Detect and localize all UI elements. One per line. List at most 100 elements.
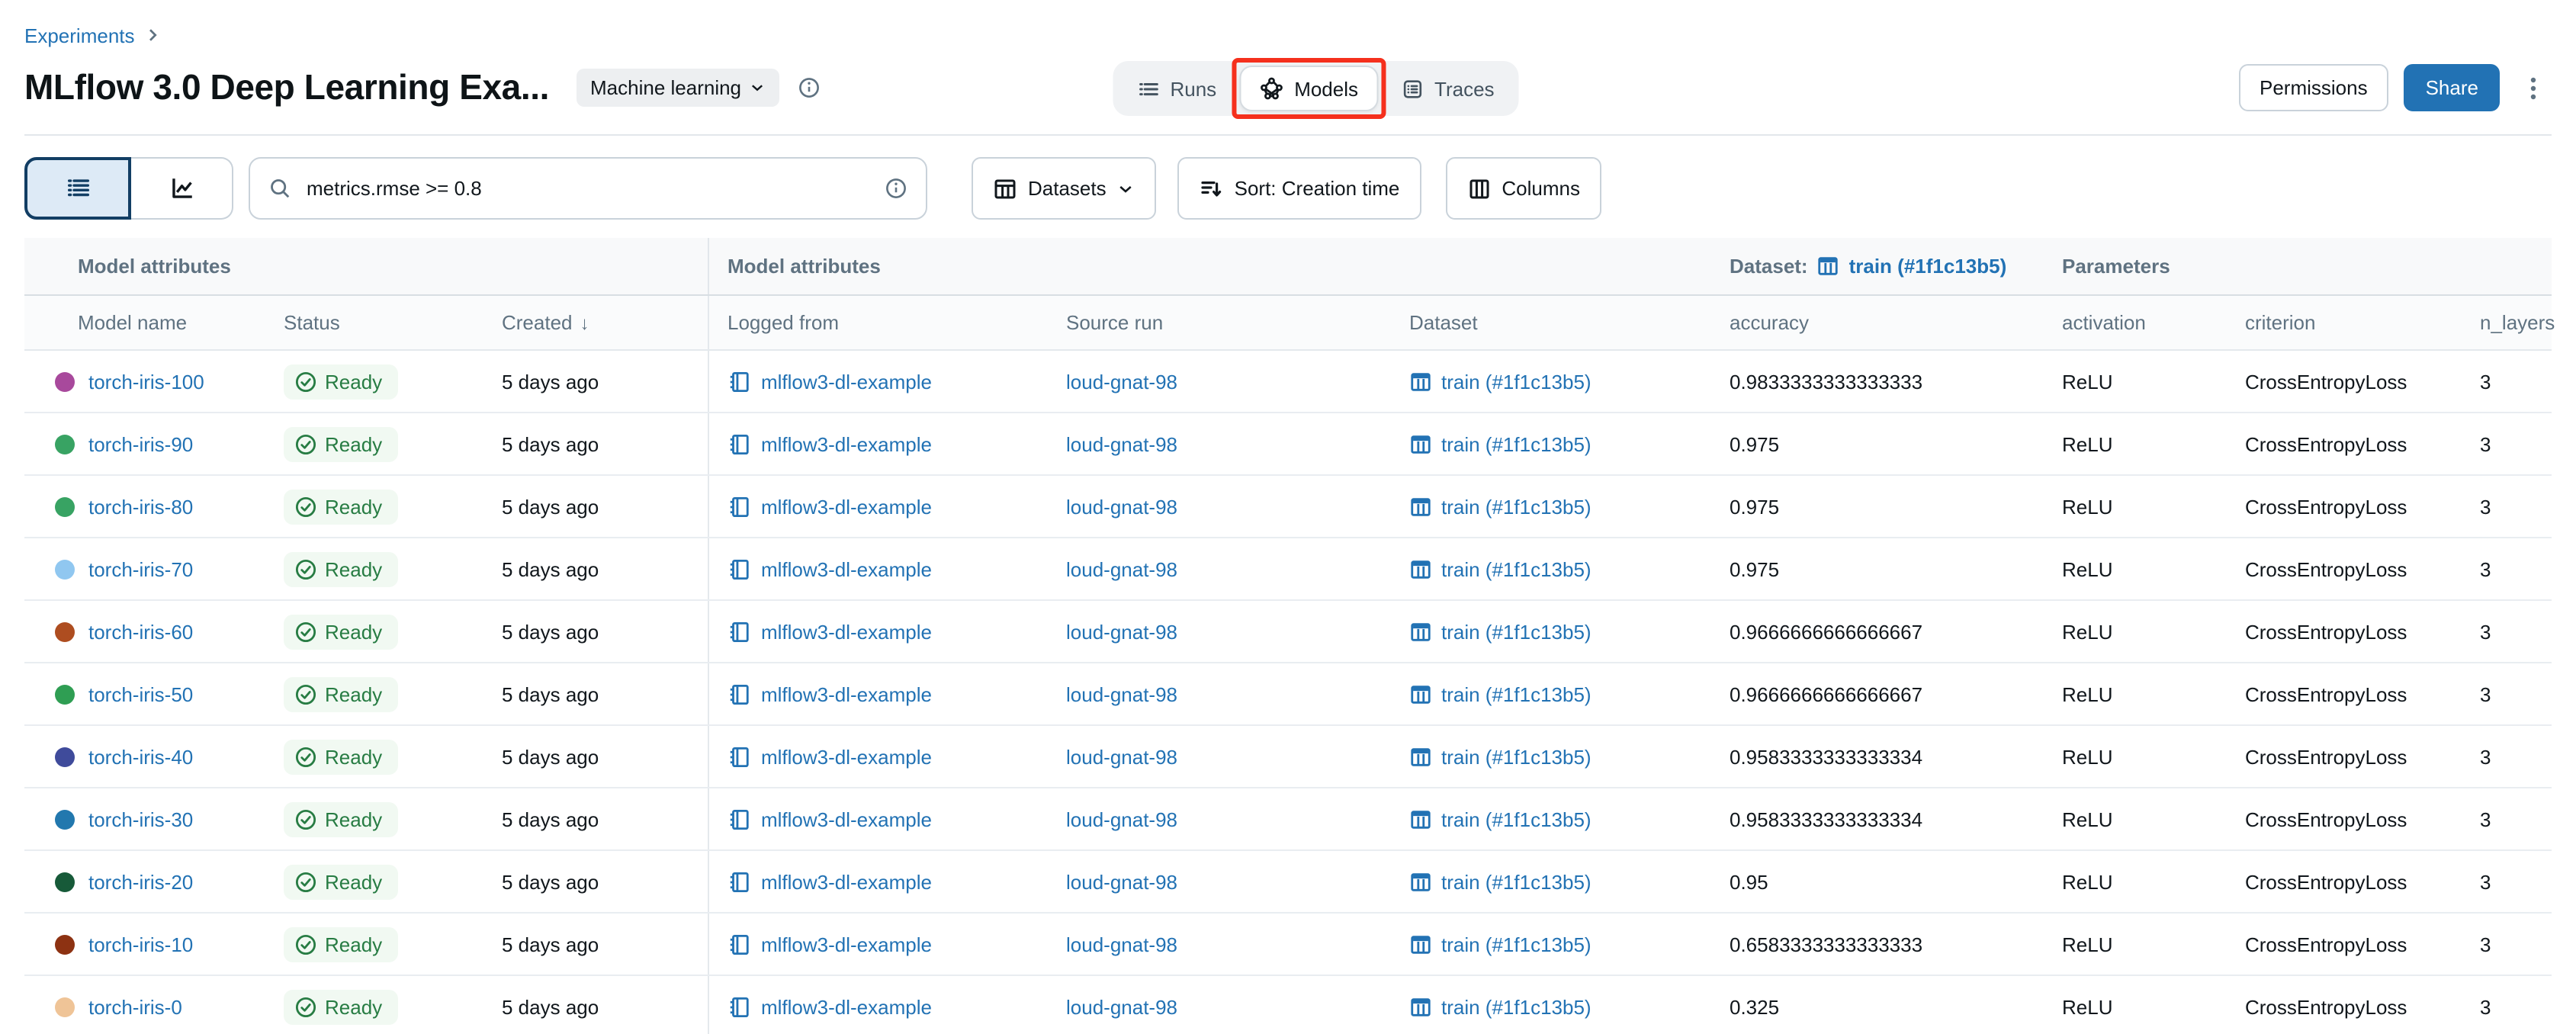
breadcrumb-experiments-link[interactable]: Experiments bbox=[24, 24, 135, 47]
model-color-dot bbox=[55, 934, 75, 954]
logged-from-link[interactable]: mlflow3-dl-example bbox=[761, 995, 932, 1018]
source-run-link[interactable]: loud-gnat-98 bbox=[1066, 682, 1177, 705]
model-name-link[interactable]: torch-iris-80 bbox=[88, 495, 193, 518]
column-header-accuracy[interactable]: accuracy bbox=[1730, 311, 2062, 334]
logged-from-link[interactable]: mlflow3-dl-example bbox=[761, 870, 932, 893]
tab-traces[interactable]: Traces bbox=[1381, 66, 1514, 111]
criterion-cell: CrossEntropyLoss bbox=[2245, 933, 2480, 955]
model-name-link[interactable]: torch-iris-100 bbox=[88, 370, 204, 393]
tab-models[interactable]: Models bbox=[1239, 66, 1378, 111]
source-run-link[interactable]: loud-gnat-98 bbox=[1066, 557, 1177, 580]
column-header-status[interactable]: Status bbox=[284, 311, 502, 334]
search-icon bbox=[268, 177, 291, 200]
dataset-table-icon bbox=[1409, 620, 1432, 643]
dataset-link[interactable]: train (#1f1c13b5) bbox=[1441, 495, 1592, 518]
logged-from-link[interactable]: mlflow3-dl-example bbox=[761, 682, 932, 705]
logged-from-cell: mlflow3-dl-example bbox=[708, 726, 1066, 787]
activation-cell: ReLU bbox=[2062, 682, 2245, 705]
logged-from-link[interactable]: mlflow3-dl-example bbox=[761, 808, 932, 830]
source-run-cell: loud-gnat-98 bbox=[1066, 557, 1409, 580]
status-cell: Ready bbox=[284, 801, 502, 837]
dataset-link[interactable]: train (#1f1c13b5) bbox=[1441, 432, 1592, 455]
chevron-down-icon bbox=[1117, 179, 1135, 197]
status-label: Ready bbox=[325, 557, 382, 580]
check-circle-icon bbox=[294, 995, 317, 1018]
model-name-link[interactable]: torch-iris-50 bbox=[88, 682, 193, 705]
source-run-link[interactable]: loud-gnat-98 bbox=[1066, 808, 1177, 830]
column-header-n-layers[interactable]: n_layers bbox=[2480, 311, 2552, 334]
column-header-source-run[interactable]: Source run bbox=[1066, 311, 1409, 334]
tab-runs[interactable]: Runs bbox=[1116, 66, 1236, 111]
logged-from-link[interactable]: mlflow3-dl-example bbox=[761, 557, 932, 580]
accuracy-cell: 0.975 bbox=[1730, 557, 2062, 580]
info-icon[interactable] bbox=[798, 76, 821, 99]
search-info-icon[interactable] bbox=[885, 177, 907, 200]
logged-from-link[interactable]: mlflow3-dl-example bbox=[761, 933, 932, 955]
column-header-model-name[interactable]: Model name bbox=[24, 311, 284, 334]
source-run-cell: loud-gnat-98 bbox=[1066, 995, 1409, 1018]
model-name-link[interactable]: torch-iris-40 bbox=[88, 745, 193, 768]
model-name-link[interactable]: torch-iris-60 bbox=[88, 620, 193, 643]
logged-from-link[interactable]: mlflow3-dl-example bbox=[761, 745, 932, 768]
title-row: MLflow 3.0 Deep Learning Exa... Machine … bbox=[24, 64, 2552, 134]
created-cell: 5 days ago bbox=[502, 370, 708, 393]
experiment-type-dropdown[interactable]: Machine learning bbox=[577, 69, 779, 107]
dataset-link[interactable]: train (#1f1c13b5) bbox=[1441, 870, 1592, 893]
model-name-link[interactable]: torch-iris-20 bbox=[88, 870, 193, 893]
source-run-link[interactable]: loud-gnat-98 bbox=[1066, 370, 1177, 393]
column-header-created[interactable]: Created ↓ bbox=[502, 311, 708, 334]
permissions-button[interactable]: Permissions bbox=[2238, 64, 2389, 111]
created-cell: 5 days ago bbox=[502, 870, 708, 893]
created-cell: 5 days ago bbox=[502, 432, 708, 455]
dataset-link[interactable]: train (#1f1c13b5) bbox=[1441, 933, 1592, 955]
overflow-menu-icon[interactable] bbox=[2515, 74, 2552, 101]
source-run-link[interactable]: loud-gnat-98 bbox=[1066, 620, 1177, 643]
list-view-toggle[interactable] bbox=[24, 157, 131, 220]
model-color-dot bbox=[55, 684, 75, 704]
search-box bbox=[249, 157, 927, 220]
dataset-cell: train (#1f1c13b5) bbox=[1409, 432, 1730, 455]
sort-button[interactable]: Sort: Creation time bbox=[1178, 157, 1421, 220]
column-header-criterion[interactable]: criterion bbox=[2245, 311, 2480, 334]
status-label: Ready bbox=[325, 745, 382, 768]
dataset-group-link[interactable]: train (#1f1c13b5) bbox=[1849, 255, 2007, 278]
dataset-link[interactable]: train (#1f1c13b5) bbox=[1441, 370, 1592, 393]
source-run-link[interactable]: loud-gnat-98 bbox=[1066, 995, 1177, 1018]
source-run-link[interactable]: loud-gnat-98 bbox=[1066, 745, 1177, 768]
dataset-link[interactable]: train (#1f1c13b5) bbox=[1441, 995, 1592, 1018]
logged-from-link[interactable]: mlflow3-dl-example bbox=[761, 620, 932, 643]
n-layers-cell: 3 bbox=[2480, 933, 2552, 955]
column-header-logged-from[interactable]: Logged from bbox=[708, 296, 1066, 349]
chart-view-toggle[interactable] bbox=[131, 157, 233, 220]
column-header-activation[interactable]: activation bbox=[2062, 311, 2245, 334]
source-run-link[interactable]: loud-gnat-98 bbox=[1066, 870, 1177, 893]
chart-view-icon bbox=[169, 175, 194, 201]
model-name-link[interactable]: torch-iris-10 bbox=[88, 933, 193, 955]
source-run-link[interactable]: loud-gnat-98 bbox=[1066, 933, 1177, 955]
notebook-icon bbox=[728, 432, 750, 455]
columns-button[interactable]: Columns bbox=[1445, 157, 1601, 220]
search-input[interactable] bbox=[304, 175, 872, 201]
dataset-link[interactable]: train (#1f1c13b5) bbox=[1441, 682, 1592, 705]
logged-from-link[interactable]: mlflow3-dl-example bbox=[761, 370, 932, 393]
dataset-link[interactable]: train (#1f1c13b5) bbox=[1441, 745, 1592, 768]
share-button[interactable]: Share bbox=[2404, 64, 2500, 111]
logged-from-link[interactable]: mlflow3-dl-example bbox=[761, 432, 932, 455]
dataset-link[interactable]: train (#1f1c13b5) bbox=[1441, 557, 1592, 580]
dataset-table-icon bbox=[1409, 432, 1432, 455]
source-run-link[interactable]: loud-gnat-98 bbox=[1066, 432, 1177, 455]
dataset-link[interactable]: train (#1f1c13b5) bbox=[1441, 808, 1592, 830]
dataset-link[interactable]: train (#1f1c13b5) bbox=[1441, 620, 1592, 643]
logged-from-link[interactable]: mlflow3-dl-example bbox=[761, 495, 932, 518]
datasets-filter-button[interactable]: Datasets bbox=[972, 157, 1157, 220]
source-run-link[interactable]: loud-gnat-98 bbox=[1066, 495, 1177, 518]
model-name-link[interactable]: torch-iris-30 bbox=[88, 808, 193, 830]
n-layers-cell: 3 bbox=[2480, 808, 2552, 830]
check-circle-icon bbox=[294, 495, 317, 518]
model-name-link[interactable]: torch-iris-90 bbox=[88, 432, 193, 455]
model-name-link[interactable]: torch-iris-70 bbox=[88, 557, 193, 580]
column-header-dataset[interactable]: Dataset bbox=[1409, 311, 1730, 334]
accuracy-cell: 0.975 bbox=[1730, 432, 2062, 455]
table-row: torch-iris-60 Ready 5 days ago mlflow3-d… bbox=[24, 601, 2552, 663]
model-name-link[interactable]: torch-iris-0 bbox=[88, 995, 182, 1018]
